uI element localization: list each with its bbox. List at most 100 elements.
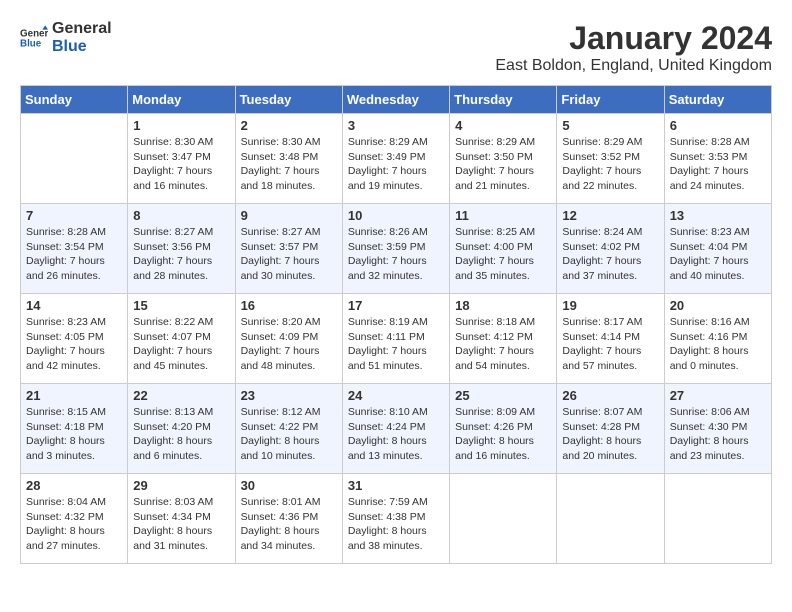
column-header-wednesday: Wednesday <box>342 86 449 114</box>
calendar-cell: 17Sunrise: 8:19 AMSunset: 4:11 PMDayligh… <box>342 294 449 384</box>
day-info: Sunrise: 8:10 AMSunset: 4:24 PMDaylight:… <box>348 405 444 464</box>
page-header: General Blue General Blue January 2024 E… <box>20 20 772 75</box>
calendar-cell: 21 Sunrise: 8:15 AMSunset: 4:18 PMDayligh… <box>21 384 128 474</box>
day-info: Sunrise: 8:27 AMSunset: 3:56 PMDaylight:… <box>133 225 229 284</box>
day-info: Sunrise: 8:03 AMSunset: 4:34 PMDaylight:… <box>133 495 229 554</box>
calendar-table: SundayMondayTuesdayWednesdayThursdayFrid… <box>20 85 772 564</box>
calendar-cell: 4 Sunrise: 8:29 AMSunset: 3:50 PMDaylight… <box>450 114 557 204</box>
day-info: Sunrise: 8:30 AMSunset: 3:47 PMDaylight:… <box>133 135 229 194</box>
day-info: Sunrise: 8:22 AMSunset: 4:07 PMDaylight:… <box>133 315 229 374</box>
day-number: 23 <box>241 388 337 403</box>
day-info: Sunrise: 8:06 AMSunset: 4:30 PMDaylight:… <box>670 405 766 464</box>
day-number: 7 <box>26 208 122 223</box>
day-info: Sunrise: 8:29 AMSunset: 3:52 PMDaylight:… <box>562 135 658 194</box>
calendar-cell: 13 Sunrise: 8:23 AMSunset: 4:04 PMDayligh… <box>664 204 771 294</box>
calendar-cell: 15 Sunrise: 8:22 AMSunset: 4:07 PMDayligh… <box>128 294 235 384</box>
calendar-cell: 28 Sunrise: 8:04 AMSunset: 4:32 PMDayligh… <box>21 474 128 564</box>
logo-icon: General Blue <box>20 24 48 52</box>
day-number: 26 <box>562 388 658 403</box>
column-header-thursday: Thursday <box>450 86 557 114</box>
calendar-cell: 26 Sunrise: 8:07 AMSunset: 4:28 PMDayligh… <box>557 384 664 474</box>
day-info: Sunrise: 7:59 AMSunset: 4:38 PMDaylight:… <box>348 495 444 554</box>
logo-general: General <box>52 20 112 38</box>
day-number: 28 <box>26 478 122 493</box>
calendar-cell: 31 Sunrise: 7:59 AMSunset: 4:38 PMDayligh… <box>342 474 449 564</box>
calendar-cell: 19 Sunrise: 8:17 AMSunset: 4:14 PMDayligh… <box>557 294 664 384</box>
day-info: Sunrise: 8:18 AMSunset: 4:12 PMDaylight:… <box>455 315 551 374</box>
day-info: Sunrise: 8:29 AMSunset: 3:50 PMDaylight:… <box>455 135 551 194</box>
calendar-cell: 10Sunrise: 8:26 AMSunset: 3:59 PMDayligh… <box>342 204 449 294</box>
day-info: Sunrise: 8:30 AMSunset: 3:48 PMDaylight:… <box>241 135 337 194</box>
calendar-cell <box>664 474 771 564</box>
calendar-cell: 20Sunrise: 8:16 AMSunset: 4:16 PMDayligh… <box>664 294 771 384</box>
day-info: Sunrise: 8:23 AMSunset: 4:04 PMDaylight:… <box>670 225 766 284</box>
day-number: 31 <box>348 478 444 493</box>
day-info: Sunrise: 8:16 AMSunset: 4:16 PMDaylight:… <box>670 315 766 374</box>
calendar-cell: 29 Sunrise: 8:03 AMSunset: 4:34 PMDayligh… <box>128 474 235 564</box>
column-header-monday: Monday <box>128 86 235 114</box>
day-info: Sunrise: 8:01 AMSunset: 4:36 PMDaylight:… <box>241 495 337 554</box>
calendar-cell: 9 Sunrise: 8:27 AMSunset: 3:57 PMDaylight… <box>235 204 342 294</box>
month-title: January 2024 <box>495 20 772 57</box>
calendar-cell: 27 Sunrise: 8:06 AMSunset: 4:30 PMDayligh… <box>664 384 771 474</box>
day-info: Sunrise: 8:20 AMSunset: 4:09 PMDaylight:… <box>241 315 337 374</box>
day-number: 1 <box>133 118 229 133</box>
day-number: 17 <box>348 298 444 313</box>
day-info: Sunrise: 8:25 AMSunset: 4:00 PMDaylight:… <box>455 225 551 284</box>
calendar-cell: 1 Sunrise: 8:30 AMSunset: 3:47 PMDaylight… <box>128 114 235 204</box>
day-info: Sunrise: 8:12 AMSunset: 4:22 PMDaylight:… <box>241 405 337 464</box>
day-number: 18 <box>455 298 551 313</box>
day-number: 24 <box>348 388 444 403</box>
day-number: 29 <box>133 478 229 493</box>
column-header-friday: Friday <box>557 86 664 114</box>
day-number: 10 <box>348 208 444 223</box>
location-title: East Boldon, England, United Kingdom <box>495 57 772 75</box>
day-info: Sunrise: 8:13 AMSunset: 4:20 PMDaylight:… <box>133 405 229 464</box>
day-info: Sunrise: 8:28 AMSunset: 3:53 PMDaylight:… <box>670 135 766 194</box>
day-info: Sunrise: 8:29 AMSunset: 3:49 PMDaylight:… <box>348 135 444 194</box>
column-header-sunday: Sunday <box>21 86 128 114</box>
day-number: 27 <box>670 388 766 403</box>
day-info: Sunrise: 8:09 AMSunset: 4:26 PMDaylight:… <box>455 405 551 464</box>
title-area: January 2024 East Boldon, England, Unite… <box>495 20 772 75</box>
day-info: Sunrise: 8:15 AMSunset: 4:18 PMDaylight:… <box>26 405 122 464</box>
calendar-cell: 23 Sunrise: 8:12 AMSunset: 4:22 PMDayligh… <box>235 384 342 474</box>
day-number: 21 <box>26 388 122 403</box>
calendar-cell: 2 Sunrise: 8:30 AMSunset: 3:48 PMDaylight… <box>235 114 342 204</box>
day-number: 3 <box>348 118 444 133</box>
calendar-cell: 6 Sunrise: 8:28 AMSunset: 3:53 PMDaylight… <box>664 114 771 204</box>
day-number: 14 <box>26 298 122 313</box>
day-number: 30 <box>241 478 337 493</box>
day-info: Sunrise: 8:23 AMSunset: 4:05 PMDaylight:… <box>26 315 122 374</box>
day-number: 9 <box>241 208 337 223</box>
calendar-cell <box>450 474 557 564</box>
day-number: 5 <box>562 118 658 133</box>
day-number: 11 <box>455 208 551 223</box>
day-number: 13 <box>670 208 766 223</box>
day-info: Sunrise: 8:17 AMSunset: 4:14 PMDaylight:… <box>562 315 658 374</box>
day-info: Sunrise: 8:04 AMSunset: 4:32 PMDaylight:… <box>26 495 122 554</box>
day-info: Sunrise: 8:27 AMSunset: 3:57 PMDaylight:… <box>241 225 337 284</box>
day-number: 19 <box>562 298 658 313</box>
column-header-saturday: Saturday <box>664 86 771 114</box>
calendar-cell: 22 Sunrise: 8:13 AMSunset: 4:20 PMDayligh… <box>128 384 235 474</box>
calendar-cell: 11 Sunrise: 8:25 AMSunset: 4:00 PMDayligh… <box>450 204 557 294</box>
calendar-cell: 30 Sunrise: 8:01 AMSunset: 4:36 PMDayligh… <box>235 474 342 564</box>
calendar-cell: 16Sunrise: 8:20 AMSunset: 4:09 PMDayligh… <box>235 294 342 384</box>
day-number: 2 <box>241 118 337 133</box>
day-number: 15 <box>133 298 229 313</box>
day-number: 22 <box>133 388 229 403</box>
calendar-cell: 24 Sunrise: 8:10 AMSunset: 4:24 PMDayligh… <box>342 384 449 474</box>
day-info: Sunrise: 8:24 AMSunset: 4:02 PMDaylight:… <box>562 225 658 284</box>
calendar-cell <box>557 474 664 564</box>
calendar-cell: 5 Sunrise: 8:29 AMSunset: 3:52 PMDaylight… <box>557 114 664 204</box>
calendar-cell: 18 Sunrise: 8:18 AMSunset: 4:12 PMDayligh… <box>450 294 557 384</box>
day-number: 4 <box>455 118 551 133</box>
calendar-cell: 14 Sunrise: 8:23 AMSunset: 4:05 PMDayligh… <box>21 294 128 384</box>
calendar-cell: 3 Sunrise: 8:29 AMSunset: 3:49 PMDaylight… <box>342 114 449 204</box>
day-info: Sunrise: 8:07 AMSunset: 4:28 PMDaylight:… <box>562 405 658 464</box>
svg-text:Blue: Blue <box>20 38 42 49</box>
day-number: 6 <box>670 118 766 133</box>
calendar-cell: 7Sunrise: 8:28 AMSunset: 3:54 PMDaylight… <box>21 204 128 294</box>
logo-blue: Blue <box>52 38 112 56</box>
